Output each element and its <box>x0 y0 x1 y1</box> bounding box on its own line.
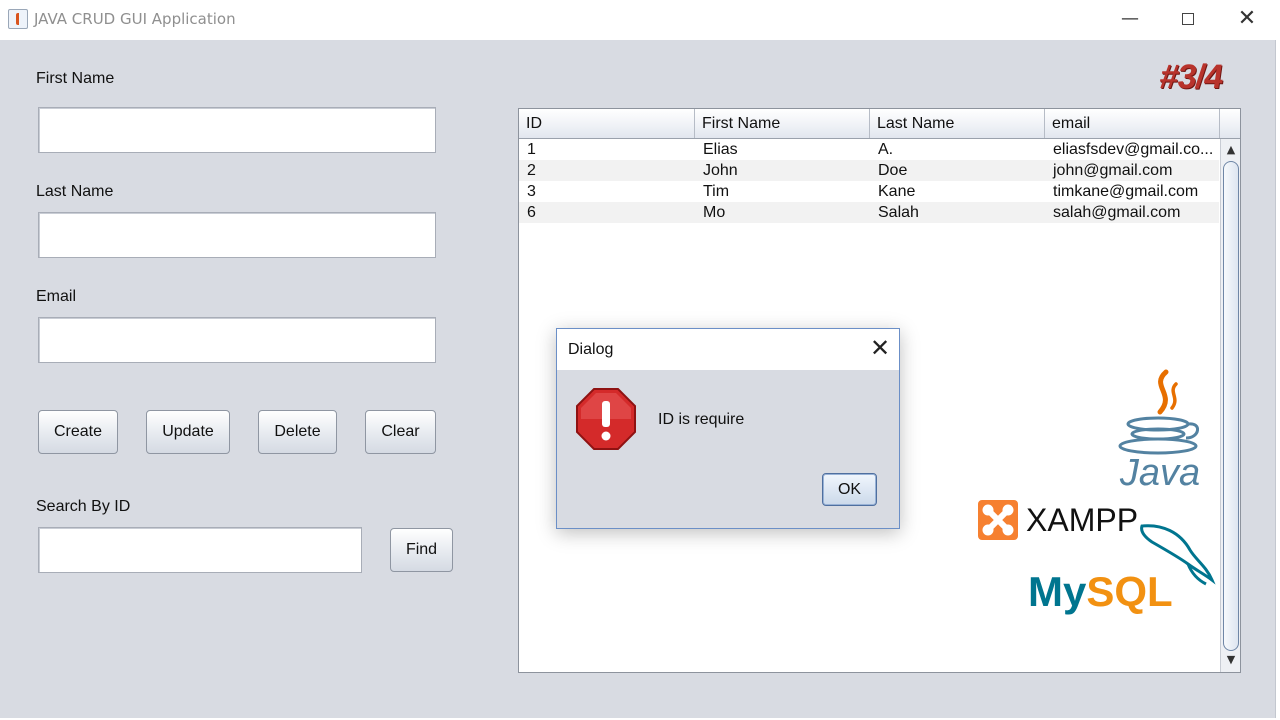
cell-id: 6 <box>527 204 536 221</box>
cell-email: salah@gmail.com <box>1053 204 1181 221</box>
cell-first-name: Mo <box>703 204 726 221</box>
search-id-input[interactable] <box>38 527 362 573</box>
cell-email: timkane@gmail.com <box>1053 183 1199 200</box>
scrollbar-thumb[interactable] <box>1223 161 1239 651</box>
column-header-first-name[interactable]: First Name <box>695 109 870 138</box>
table-vertical-scrollbar[interactable]: ▲ ▼ <box>1220 139 1240 672</box>
error-dialog: Dialog ✕ ID is require OK <box>556 328 900 529</box>
dialog-close-icon[interactable]: ✕ <box>867 335 893 361</box>
column-header-last-name[interactable]: Last Name <box>870 109 1045 138</box>
email-label: Email <box>36 288 77 305</box>
table-body: 1 Elias A. eliasfsdev@gmail.co... 2 John… <box>519 139 1219 223</box>
cell-last-name: Salah <box>878 204 919 221</box>
window-close-button[interactable]: ✕ <box>1225 4 1269 34</box>
scroll-down-arrow-icon[interactable]: ▼ <box>1224 652 1238 668</box>
cell-last-name: A. <box>878 141 894 158</box>
cell-email: eliasfsdev@gmail.co... <box>1053 141 1214 158</box>
xampp-icon <box>978 500 1018 540</box>
cell-id: 1 <box>527 141 536 158</box>
first-name-label: First Name <box>36 70 115 87</box>
cell-last-name: Doe <box>878 162 908 179</box>
table-row[interactable]: 1 Elias A. eliasfsdev@gmail.co... <box>519 139 1219 160</box>
java-logo-text: Java <box>1119 452 1201 494</box>
mysql-logo: MySQL <box>1028 520 1218 615</box>
dialog-title: Dialog <box>568 341 614 358</box>
cell-id: 3 <box>527 183 536 200</box>
delete-button[interactable]: Delete <box>258 410 337 454</box>
create-button[interactable]: Create <box>38 410 118 454</box>
mysql-sql-text: SQL <box>1086 568 1173 615</box>
table-header: ID First Name Last Name email <box>519 109 1240 139</box>
first-name-input[interactable] <box>38 107 436 153</box>
update-button[interactable]: Update <box>146 410 230 454</box>
mysql-logo-text: MySQL <box>1028 568 1173 616</box>
column-header-email[interactable]: email <box>1045 109 1220 138</box>
dialog-message: ID is require <box>658 411 745 428</box>
clear-button[interactable]: Clear <box>365 410 436 454</box>
window-title: JAVA CRUD GUI Application <box>34 10 236 28</box>
minimize-button[interactable]: — <box>1108 4 1152 34</box>
scroll-up-arrow-icon[interactable]: ▲ <box>1224 142 1238 158</box>
cell-email: john@gmail.com <box>1053 162 1173 179</box>
column-header-id[interactable]: ID <box>519 109 695 138</box>
find-button[interactable]: Find <box>390 528 453 572</box>
last-name-label: Last Name <box>36 183 114 200</box>
mysql-my-text: My <box>1028 568 1087 615</box>
dialog-titlebar: Dialog ✕ <box>557 329 899 370</box>
java-cup-icon <box>1118 369 1199 455</box>
ok-button[interactable]: OK <box>822 473 877 506</box>
cell-id: 2 <box>527 162 536 179</box>
java-logo: Java <box>1110 368 1210 498</box>
cell-first-name: Tim <box>703 183 730 200</box>
table-row[interactable]: 2 John Doe john@gmail.com <box>519 160 1219 181</box>
email-input[interactable] <box>38 317 436 363</box>
episode-label: #3/4 <box>1157 58 1225 96</box>
error-stop-icon <box>575 387 637 451</box>
java-app-icon <box>8 9 28 29</box>
table-row[interactable]: 6 Mo Salah salah@gmail.com <box>519 202 1219 223</box>
cell-first-name: John <box>703 162 738 179</box>
maximize-icon <box>1182 13 1194 25</box>
last-name-input[interactable] <box>38 212 436 258</box>
maximize-button[interactable] <box>1166 4 1210 34</box>
table-row[interactable]: 3 Tim Kane timkane@gmail.com <box>519 181 1219 202</box>
cell-last-name: Kane <box>878 183 916 200</box>
search-by-id-label: Search By ID <box>36 498 131 515</box>
cell-first-name: Elias <box>703 141 738 158</box>
window-titlebar: JAVA CRUD GUI Application — ✕ <box>0 0 1280 40</box>
